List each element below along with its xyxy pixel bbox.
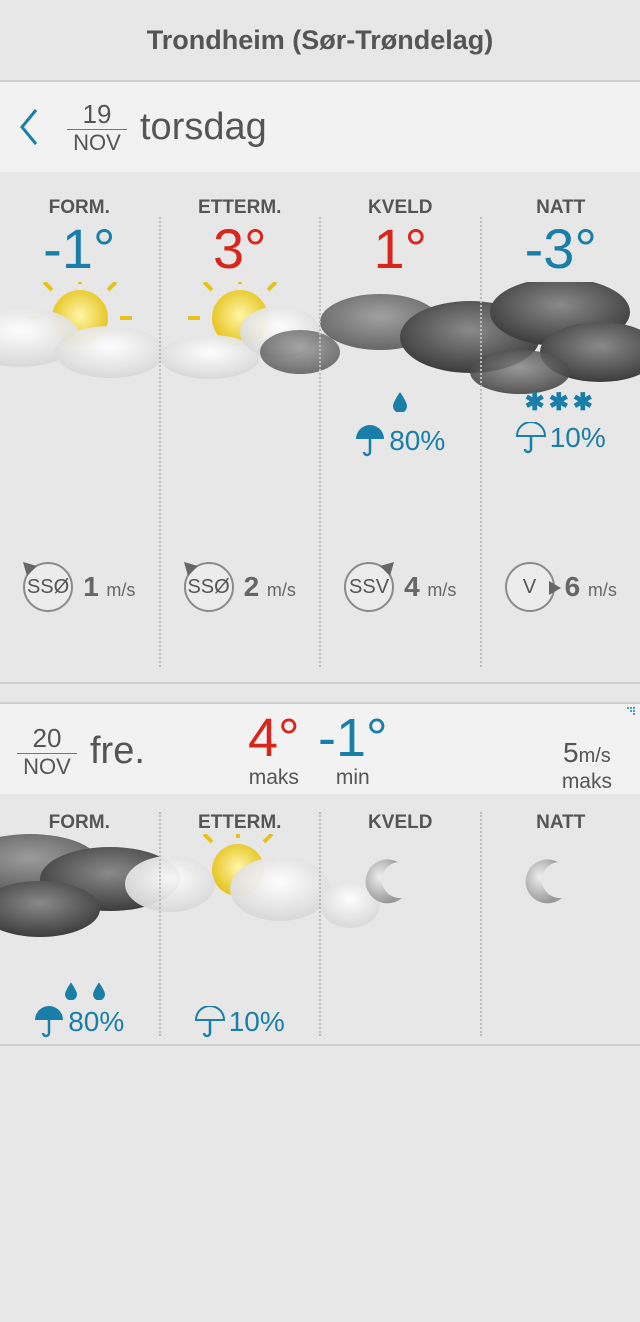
min-temperature: -1°	[318, 708, 388, 768]
umbrella-icon	[515, 422, 546, 454]
period-column: KVELD	[319, 812, 480, 1036]
temperature: -1°	[43, 217, 116, 280]
month-label: NOV	[73, 129, 121, 155]
period-column: FORM. -1° SSØ 1 m/s	[0, 197, 159, 667]
raindrop-icon	[12, 982, 159, 1000]
location-title: Trondheim (Sør-Trøndelag)	[146, 24, 494, 55]
wind-unit: m/s	[587, 580, 617, 600]
date-block: 19 NOV	[66, 100, 128, 155]
precipitation-probability: 80%	[68, 1006, 125, 1037]
wind-direction: SSV	[349, 575, 390, 598]
wind-max-label: maks	[561, 770, 612, 793]
wind-direction-icon: V	[504, 562, 561, 612]
wind-direction: SSØ	[187, 575, 230, 598]
max-wind-block: 5m/s maks	[562, 738, 612, 793]
max-wind-speed: 5	[563, 737, 579, 768]
day-header: 19 NOV torsdag	[0, 82, 640, 172]
precipitation: ✱✱✱ 10%	[482, 389, 640, 454]
temperature: 1°	[373, 217, 428, 280]
period-label: KVELD	[368, 812, 433, 833]
precipitation-probability: 10%	[549, 422, 606, 453]
weekday-label: fre.	[90, 730, 145, 772]
wind-speed: 2	[243, 571, 260, 602]
day-number: 19	[82, 98, 112, 129]
umbrella-icon	[194, 1006, 225, 1038]
corner-fold-icon	[627, 707, 635, 715]
period-label: FORM.	[48, 197, 110, 218]
temperature: 3°	[212, 217, 267, 280]
max-label: maks	[248, 766, 299, 789]
day1-forecast: FORM. -1° SSØ 1 m/s ETTERM. 3° SSØ 2 m/s…	[0, 172, 640, 684]
period-column: KVELD 1° 80% SSV 4 m/s	[319, 197, 480, 667]
wind-direction: V	[522, 575, 537, 598]
period-label: ETTERM.	[198, 197, 282, 218]
wind-direction-icon: SSØ	[23, 562, 74, 612]
precipitation-probability: 80%	[389, 425, 446, 456]
wind-direction: SSØ	[26, 575, 70, 598]
wind-info: V 6 m/s	[482, 562, 640, 612]
wind-info: SSØ 2 m/s	[161, 562, 320, 612]
chevron-left-icon	[20, 109, 38, 145]
period-label: ETTERM.	[198, 812, 282, 833]
period-label: NATT	[536, 197, 586, 218]
max-temperature-block: 4° maks	[248, 710, 300, 790]
wind-unit: m/s	[106, 580, 136, 600]
umbrella-icon	[35, 1006, 64, 1038]
temperature: -3°	[524, 217, 597, 280]
wind-info: SSV 4 m/s	[321, 562, 480, 612]
wind-unit: m/s	[427, 580, 457, 600]
period-column: NATT -3° ✱✱✱ 10% V 6 m/s	[479, 197, 640, 667]
period-label: NATT	[536, 812, 586, 833]
precipitation: 80%	[321, 392, 480, 457]
max-temperature: 4°	[248, 708, 300, 768]
min-temperature-block: -1° min	[318, 710, 388, 790]
precipitation-probability: 10%	[228, 1006, 285, 1037]
period-column: NATT	[479, 812, 640, 1036]
wind-speed: 1	[83, 571, 99, 602]
date-block: 20 NOV	[16, 724, 78, 779]
min-label: min	[335, 766, 370, 789]
month-label: NOV	[23, 754, 71, 779]
raindrop-icon	[393, 392, 408, 413]
period-column: ETTERM. 10%	[158, 812, 320, 1038]
umbrella-icon	[356, 425, 385, 457]
wind-direction-icon: SSØ	[183, 562, 234, 612]
wind-speed: 6	[564, 571, 581, 602]
snowflake-icon: ✱✱✱	[524, 389, 597, 416]
period-column: FORM. 80%	[0, 812, 159, 1038]
day-number: 20	[32, 723, 62, 753]
period-label: FORM.	[48, 812, 110, 833]
day2-forecast: FORM. 80% ETTERM. 10% KVELD NATT	[0, 794, 640, 1046]
wind-speed: 4	[404, 571, 420, 602]
weekday-label: torsdag	[140, 105, 267, 148]
wind-direction-icon: SSV	[344, 562, 395, 612]
back-button[interactable]	[14, 107, 44, 147]
title-bar: Trondheim (Sør-Trøndelag)	[0, 0, 640, 82]
wind-unit: m/s	[266, 580, 296, 600]
wind-unit: m/s	[578, 745, 611, 767]
precipitation: 10%	[161, 1006, 320, 1038]
period-column: ETTERM. 3° SSØ 2 m/s	[158, 197, 320, 667]
precipitation: 80%	[0, 982, 159, 1038]
day2-summary[interactable]: 20 NOV fre. 4° maks -1° min 5m/s maks	[0, 702, 640, 794]
period-label: KVELD	[368, 197, 433, 218]
wind-info: SSØ 1 m/s	[0, 562, 159, 612]
